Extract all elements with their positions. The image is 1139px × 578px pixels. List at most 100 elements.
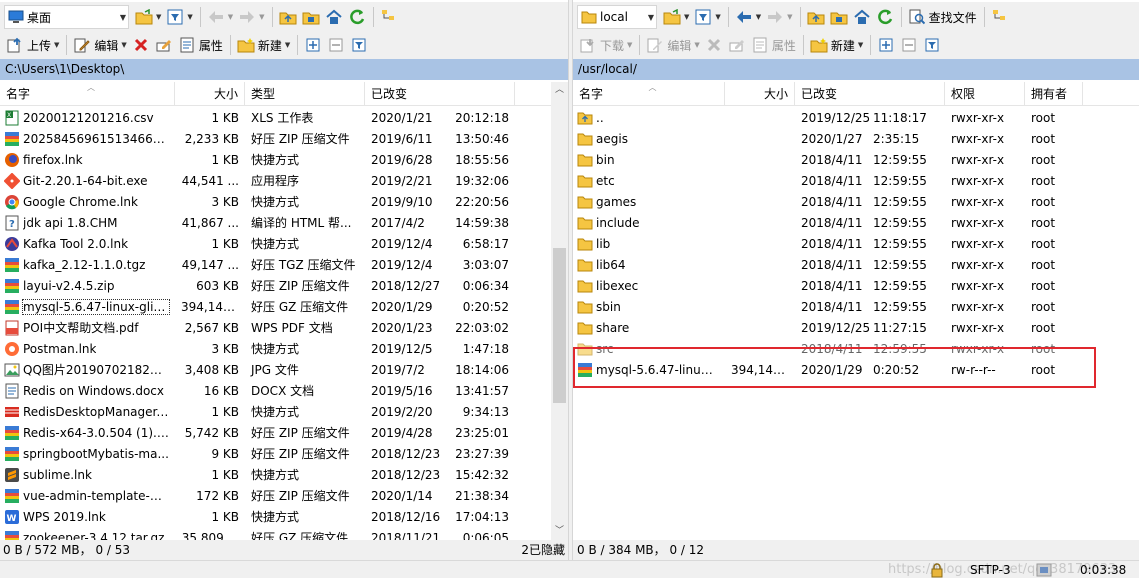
file-row[interactable]: QQ图片2019070218244... 3,408 KB JPG 文件 2019/7… [0, 359, 551, 380]
file-row[interactable]: share 2019/12/25 11:27:15 rwxr-xr-x root [573, 317, 1139, 338]
file-row[interactable]: include 2018/4/11 12:59:55 rwxr-xr-x root [573, 212, 1139, 233]
properties-icon [178, 36, 196, 54]
remote-status-bar: 0 B / 384 MB， 0 / 12 [573, 540, 1139, 560]
file-name-text: src [596, 341, 614, 356]
file-row[interactable]: springbootMybatis-ma... 9 KB 好压 ZIP 压缩文件 20… [0, 443, 551, 464]
scroll-down-icon[interactable]: ﹀ [551, 523, 568, 540]
file-row[interactable]: Postman.lnk 3 KB 快捷方式 2019/12/5 1:47:18 [0, 338, 551, 359]
new-button[interactable]: 新建 ▼ [808, 33, 865, 57]
file-row[interactable]: games 2018/4/11 12:59:55 rwxr-xr-x root [573, 191, 1139, 212]
deselect-button[interactable] [325, 33, 347, 57]
file-permissions-cell: rwxr-xr-x [951, 299, 1005, 314]
filter-button[interactable]: ▼ [164, 5, 194, 29]
column-header-name[interactable]: 名字 ︿ [573, 82, 725, 106]
file-row[interactable]: layui-v2.4.5.zip 603 KB 好压 ZIP 压缩文件 2018/12… [0, 275, 551, 296]
toolbar-separator [229, 35, 231, 55]
edit-button[interactable]: 编辑 ▼ [71, 33, 128, 57]
back-button[interactable]: ▼ [205, 5, 235, 29]
column-header-modified[interactable]: 已改变 [795, 82, 945, 106]
file-row[interactable]: Redis-x64-3.0.504 (1).zip 5,742 KB 好压 ZIP … [0, 422, 551, 443]
file-row[interactable]: Redis on Windows.docx 16 KB DOCX 文档 2019/5/… [0, 380, 551, 401]
new-button[interactable]: 新建 ▼ [235, 33, 292, 57]
column-header-size[interactable]: 大小 [725, 82, 795, 106]
edit-button[interactable]: 编辑 ▼ [644, 33, 701, 57]
forward-button[interactable]: ▼ [764, 5, 794, 29]
file-modified-cell: 2020/1/21 20:12:18 [365, 111, 515, 125]
root-folder-button[interactable] [828, 5, 850, 29]
tree-view-button[interactable] [989, 5, 1011, 29]
filter-select-button[interactable] [348, 33, 370, 57]
file-row[interactable]: 20258456961513466_马... 2,233 KB 好压 ZIP 压缩文… [0, 128, 551, 149]
file-row[interactable]: kafka_2.12-1.1.0.tgz 49,147 ... 好压 TGZ 压缩文… [0, 254, 551, 275]
column-header-owner[interactable]: 拥有者 [1025, 82, 1083, 106]
file-row[interactable]: etc 2018/4/11 12:59:55 rwxr-xr-x root [573, 170, 1139, 191]
delete-button[interactable] [703, 33, 725, 57]
root-folder-button[interactable] [300, 5, 322, 29]
file-row[interactable]: X 20200121201216.csv 1 KB XLS 工作表 2020/1/21 2… [0, 107, 551, 128]
file-type-cell: 快捷方式 [251, 153, 300, 167]
file-modified-cell: 2020/1/29 0:20:52 [365, 300, 515, 314]
column-header-permissions[interactable]: 权限 [945, 82, 1025, 106]
properties-button[interactable]: 属性 [176, 33, 225, 57]
file-name-text: libexec [596, 278, 639, 293]
filter-select-button[interactable] [921, 33, 943, 57]
refresh-button[interactable] [874, 5, 896, 29]
file-row[interactable]: firefox.lnk 1 KB 快捷方式 2019/6/28 18:55:56 [0, 149, 551, 170]
file-row[interactable]: vue-admin-template-m... 172 KB 好压 ZIP 压缩文件… [0, 485, 551, 506]
file-row[interactable]: Git-2.20.1-64-bit.exe 44,541 ... 应用程序 2019/… [0, 170, 551, 191]
upload-button[interactable]: 上传 ▼ [4, 33, 61, 57]
home-button[interactable] [323, 5, 345, 29]
delete-button[interactable] [130, 33, 152, 57]
file-time: 0:06:34 [462, 278, 509, 293]
file-row[interactable]: bin 2018/4/11 12:59:55 rwxr-xr-x root [573, 149, 1139, 170]
download-button[interactable]: 下载 ▼ [577, 33, 634, 57]
column-header-name[interactable]: 名字 ︿ [0, 82, 175, 106]
forward-button[interactable]: ▼ [236, 5, 266, 29]
deselect-button[interactable] [898, 33, 920, 57]
file-row[interactable]: libexec 2018/4/11 12:59:55 rwxr-xr-x root [573, 275, 1139, 296]
find-files-button[interactable]: 查找文件 [906, 5, 979, 29]
select-all-button[interactable] [302, 33, 324, 57]
local-location-combo[interactable]: 桌面 ▼ [4, 5, 129, 29]
file-row[interactable]: Google Chrome.lnk 3 KB 快捷方式 2019/9/10 22:20:… [0, 191, 551, 212]
rename-button[interactable] [726, 33, 748, 57]
refresh-button[interactable] [346, 5, 368, 29]
file-row[interactable]: lib 2018/4/11 12:59:55 rwxr-xr-x root [573, 233, 1139, 254]
scrollbar-thumb[interactable] [553, 248, 566, 403]
file-row[interactable]: src 2018/4/11 12:59:55 rwxr-xr-x root [573, 338, 1139, 359]
rename-button[interactable] [153, 33, 175, 57]
tree-view-button[interactable] [378, 5, 400, 29]
file-row[interactable]: ? jdk api 1.8.CHM 41,867 ... 编译的 HTML 帮... 2… [0, 212, 551, 233]
remote-path-bar[interactable]: /usr/local/ [573, 59, 1139, 80]
file-row[interactable]: .. 2019/12/25 11:18:17 rwxr-xr-x root [573, 107, 1139, 128]
local-scrollbar[interactable]: ︿ ﹀ [551, 82, 568, 540]
archive-icon [4, 299, 20, 315]
local-location-text: 桌面 [27, 10, 52, 25]
file-row[interactable]: aegis 2020/1/27 2:35:15 rwxr-xr-x root [573, 128, 1139, 149]
remote-location-combo[interactable]: local ▼ [577, 5, 657, 29]
open-folder-button[interactable]: ▼ [133, 5, 163, 29]
properties-button[interactable]: 属性 [749, 33, 798, 57]
file-row[interactable]: lib64 2018/4/11 12:59:55 rwxr-xr-x root [573, 254, 1139, 275]
file-row[interactable]: W WPS 2019.lnk 1 KB 快捷方式 2018/12/16 17:04:13 [0, 506, 551, 527]
home-button[interactable] [851, 5, 873, 29]
open-folder-button[interactable]: ▼ [661, 5, 691, 29]
local-path-bar[interactable]: C:\Users\1\Desktop\ [0, 59, 568, 80]
parent-folder-button[interactable] [277, 5, 299, 29]
select-all-button[interactable] [875, 33, 897, 57]
scroll-up-icon[interactable]: ︿ [551, 82, 568, 99]
back-button[interactable]: ▼ [733, 5, 763, 29]
column-header-modified[interactable]: 已改变 [365, 82, 515, 106]
file-row[interactable]: mysql-5.6.47-linux-glibc... 394,148... 好压 … [0, 296, 551, 317]
file-row[interactable]: RedisDesktopManager.... 1 KB 快捷方式 2019/2/20… [0, 401, 551, 422]
filter-button[interactable]: ▼ [692, 5, 722, 29]
file-row[interactable]: POI中文帮助文档.pdf 2,567 KB WPS PDF 文档 2020/1/23… [0, 317, 551, 338]
parent-folder-button[interactable] [805, 5, 827, 29]
column-header-size[interactable]: 大小 [175, 82, 245, 106]
file-time: 12:59:55 [873, 152, 927, 167]
file-row[interactable]: mysql-5.6.47-linux-... 394,148... 2020/1/2… [573, 359, 1139, 380]
column-header-type[interactable]: 类型 [245, 82, 365, 106]
file-row[interactable]: sublime.lnk 1 KB 快捷方式 2018/12/23 15:42:32 [0, 464, 551, 485]
file-row[interactable]: sbin 2018/4/11 12:59:55 rwxr-xr-x root [573, 296, 1139, 317]
file-row[interactable]: Kafka Tool 2.0.lnk 1 KB 快捷方式 2019/12/4 6:58:… [0, 233, 551, 254]
